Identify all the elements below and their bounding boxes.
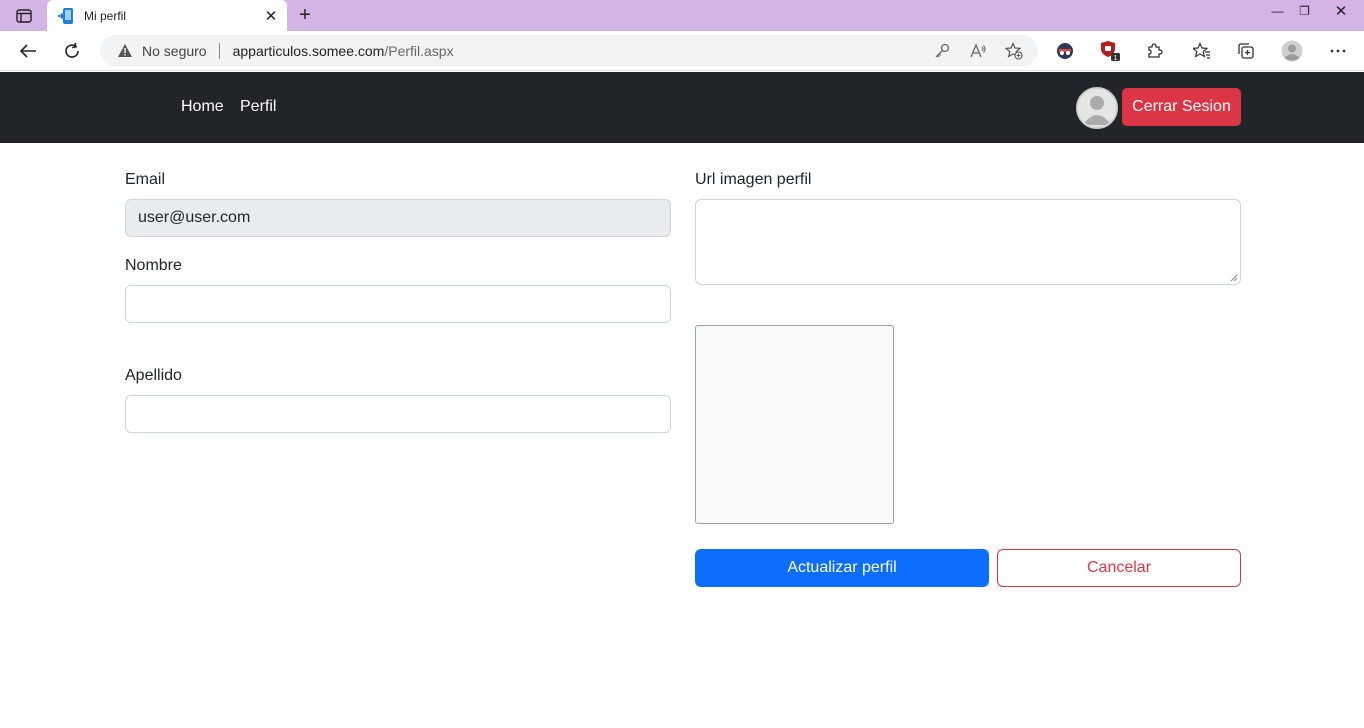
profile-icon[interactable] <box>1278 37 1306 65</box>
favorites-icon[interactable] <box>1188 37 1216 65</box>
url-host: apparticulos.somee.com <box>232 42 385 59</box>
url-path: /Perfil.aspx <box>384 42 454 59</box>
address-actions <box>928 39 1028 63</box>
browser-tabstrip: Mi perfil ✕ + — ❐ ✕ <box>0 0 1364 31</box>
url-imagen-textarea[interactable] <box>695 199 1241 285</box>
nav-link-home[interactable]: Home <box>181 98 224 116</box>
restore-icon[interactable]: ❐ <box>1291 0 1318 22</box>
window-controls: — ❐ ✕ <box>1264 0 1364 24</box>
security-label: No seguro <box>142 42 207 59</box>
app-favicon-icon <box>57 7 75 25</box>
profile-image-preview <box>695 325 894 524</box>
address-divider <box>218 42 220 59</box>
logout-button[interactable]: Cerrar Sesion <box>1122 88 1241 126</box>
apellido-label: Apellido <box>125 367 182 384</box>
back-icon[interactable] <box>14 37 42 65</box>
collections-icon[interactable] <box>1232 37 1260 65</box>
extensions-icon[interactable] <box>1140 37 1168 65</box>
resize-grip-icon[interactable] <box>1230 274 1238 282</box>
tab-title: Mi perfil <box>84 8 127 23</box>
nombre-label: Nombre <box>125 257 182 274</box>
more-options-icon[interactable] <box>1324 37 1352 65</box>
browser-tab-active[interactable]: Mi perfil ✕ <box>47 0 287 31</box>
new-tab-icon[interactable]: + <box>294 4 316 26</box>
url-imagen-label: Url imagen perfil <box>695 171 812 188</box>
extension-shield-icon[interactable]: 1 <box>1096 37 1124 65</box>
browser-toolbar: No seguro apparticulos.somee.com/Perfil.… <box>0 31 1364 71</box>
cancel-button[interactable]: Cancelar <box>997 549 1241 587</box>
tab-actions-icon[interactable] <box>10 6 38 26</box>
key-icon[interactable] <box>928 39 956 63</box>
add-favorite-icon[interactable] <box>1000 39 1028 63</box>
warning-icon[interactable] <box>116 42 134 60</box>
tab-close-icon[interactable]: ✕ <box>259 4 283 28</box>
email-label: Email <box>125 171 166 188</box>
extension-badge: 1 <box>1114 55 1118 62</box>
nombre-field[interactable] <box>125 285 671 323</box>
update-profile-button[interactable]: Actualizar perfil <box>695 549 989 587</box>
refresh-icon[interactable] <box>58 37 86 65</box>
address-bar[interactable]: No seguro apparticulos.somee.com/Perfil.… <box>100 35 1038 66</box>
minimize-icon[interactable]: — <box>1264 0 1291 22</box>
avatar[interactable] <box>1076 87 1118 129</box>
extension-spy-icon[interactable] <box>1051 37 1079 65</box>
apellido-field[interactable] <box>125 395 671 433</box>
email-field: user@user.com <box>125 199 671 237</box>
nav-link-perfil[interactable]: Perfil <box>240 98 276 116</box>
window-close-icon[interactable]: ✕ <box>1318 0 1364 22</box>
read-aloud-icon[interactable] <box>964 39 992 63</box>
